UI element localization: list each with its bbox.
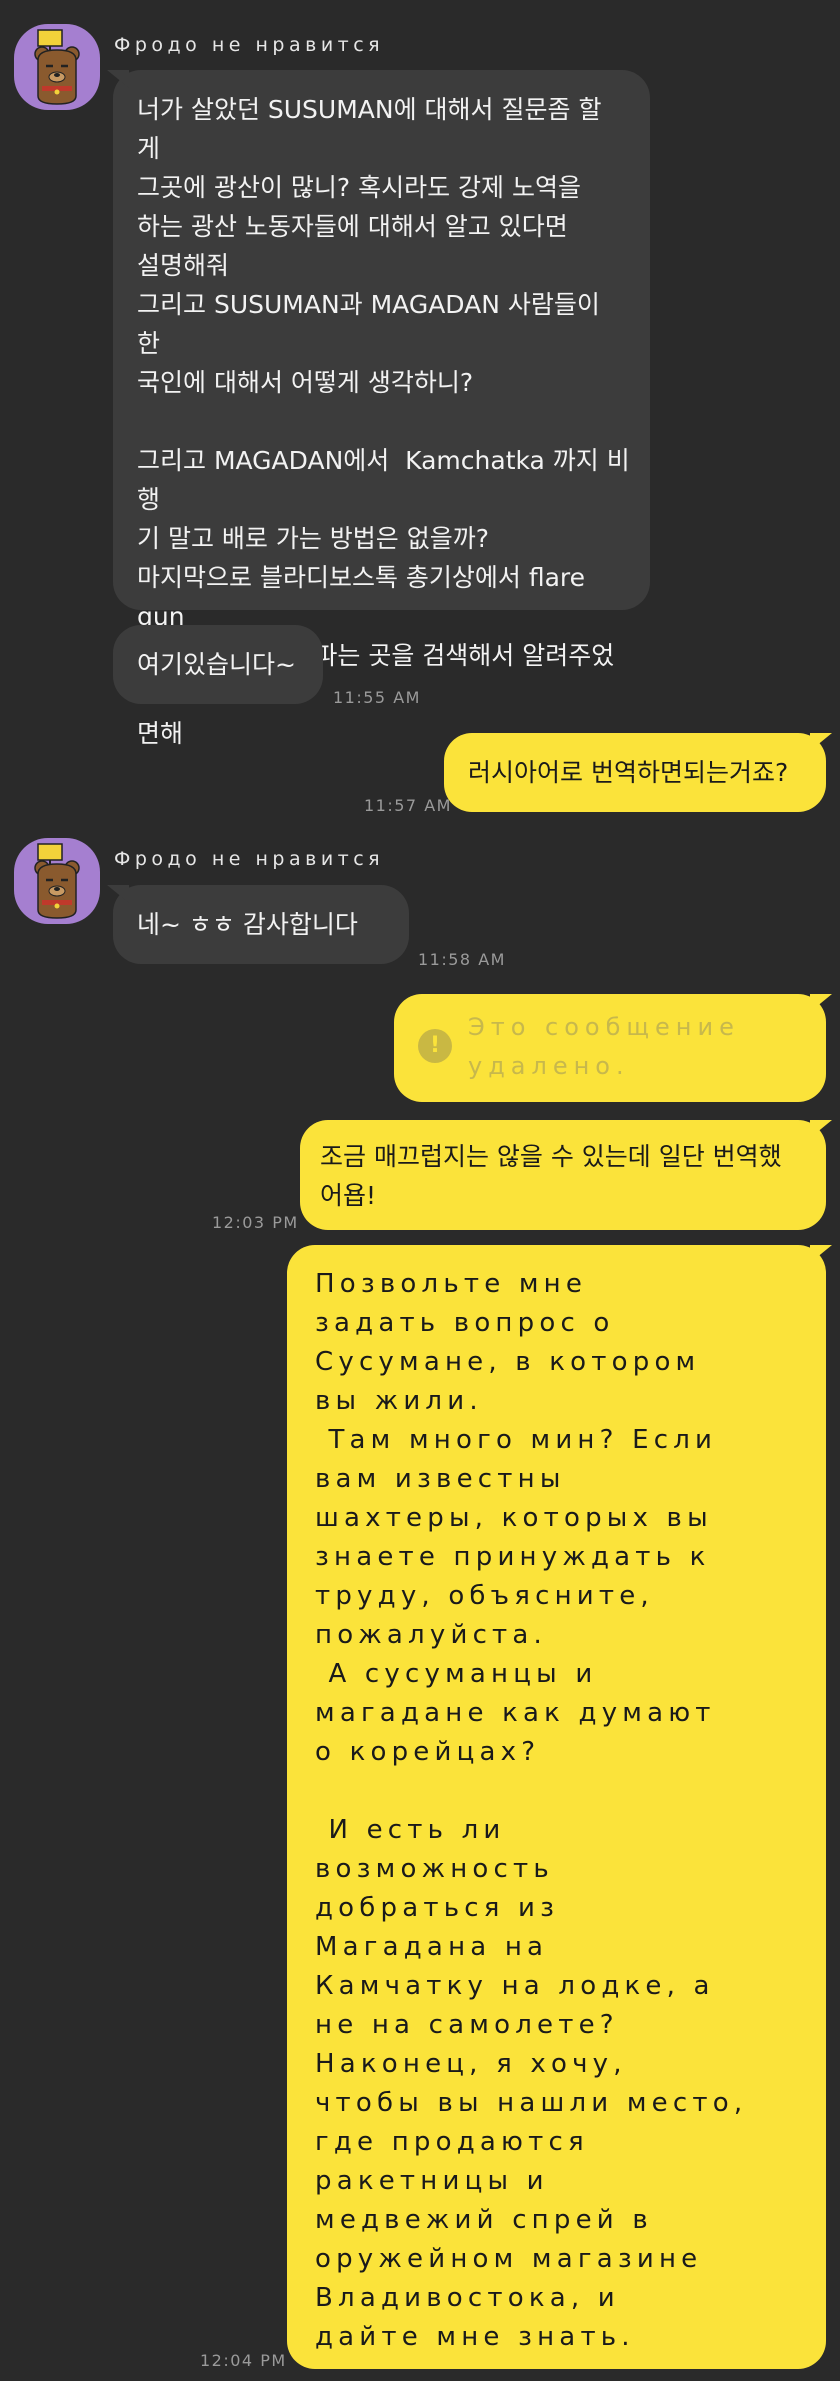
message-bubble[interactable]: 조금 매끄럽지는 않을 수 있는데 일단 번역했 어욥! <box>300 1120 826 1230</box>
bear-avatar-icon <box>34 29 80 105</box>
message-bubble[interactable]: 네~ ㅎㅎ 감사합니다 <box>113 885 409 964</box>
message-time: 11:55 AM <box>333 688 421 707</box>
message-bubble[interactable]: Позвольте мне задать вопрос о Сусумане, … <box>287 1245 826 2369</box>
message-bubble[interactable]: 러시아어로 번역하면되는거죠? <box>444 733 826 812</box>
avatar[interactable] <box>14 24 100 110</box>
message-time: 12:04 PM <box>200 2351 287 2370</box>
message-time: 12:03 PM <box>212 1213 299 1232</box>
message-time: 11:57 AM <box>364 796 452 815</box>
sender-name: Фродо не нравится <box>114 34 385 56</box>
message-bubble[interactable]: 너가 살았던 SUSUMAN에 대해서 질문좀 할 게 그곳에 광산이 많니? … <box>113 70 650 748</box>
avatar[interactable] <box>14 838 100 924</box>
message-time: 11:58 AM <box>418 950 506 969</box>
bear-avatar-icon <box>34 843 80 919</box>
deleted-message-bubble[interactable]: ! Это сообщение удалено. <box>394 994 826 1102</box>
exclamation-icon: ! <box>418 1029 452 1063</box>
sender-name: Фродо не нравится <box>114 848 385 870</box>
message-bubble[interactable]: 여기있습니다~ <box>113 625 323 704</box>
deleted-message-text: Это сообщение удалено. <box>468 1013 740 1080</box>
